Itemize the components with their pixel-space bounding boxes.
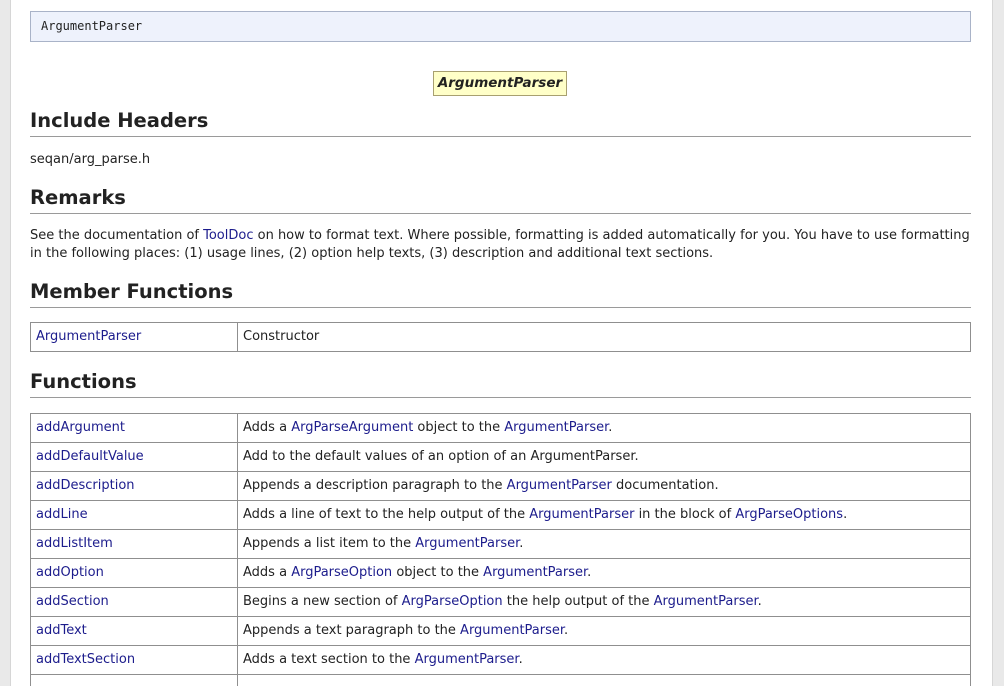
functions-section: Functions addArgument Adds a ArgParseArgu…: [30, 370, 971, 686]
desc-text: .: [843, 507, 848, 522]
function-link[interactable]: addDescription: [36, 478, 135, 493]
function-desc-cell: Adds a ArgParseOption object to the Argu…: [237, 558, 971, 588]
desc-text: .: [519, 536, 524, 551]
member-desc-cell: Constructor: [237, 322, 971, 352]
function-link[interactable]: addSection: [36, 594, 109, 609]
table-row: [30, 674, 971, 686]
function-link[interactable]: addTextSection: [36, 652, 135, 667]
function-name-cell: addTextSection: [30, 645, 238, 675]
include-headers-section: Include Headers seqan/arg_parse.h: [30, 109, 971, 169]
function-name-cell: addDefaultValue: [30, 442, 238, 472]
type-link[interactable]: ArgumentParser: [529, 507, 634, 522]
class-diagram: ArgumentParser: [30, 71, 971, 99]
function-link[interactable]: addLine: [36, 507, 88, 522]
table-row: ArgumentParser Constructor: [30, 322, 971, 352]
type-link[interactable]: ArgParseOptions: [735, 507, 843, 522]
table-row: addDescription Appends a description para…: [30, 471, 971, 501]
function-desc-cell: Adds a text section to the ArgumentParse…: [237, 645, 971, 675]
function-desc-cell: Adds a line of text to the help output o…: [237, 500, 971, 530]
class-diagram-node[interactable]: ArgumentParser: [432, 71, 568, 96]
desc-text: Appends a list item to the: [243, 536, 416, 551]
desc-text: Adds a line of text to the help output o…: [243, 507, 530, 522]
desc-text: object to the: [413, 420, 505, 435]
include-path: seqan/arg_parse.h: [30, 152, 151, 167]
function-desc-cell: Appends a list item to the ArgumentParse…: [237, 529, 971, 559]
table-row: addDefaultValue Add to the default values…: [30, 442, 971, 472]
function-desc-cell: Begins a new section of ArgParseOption t…: [237, 587, 971, 617]
table-row: addTextSection Adds a text section to the…: [30, 645, 971, 675]
desc-text: Adds a: [243, 565, 292, 580]
table-row: addArgument Adds a ArgParseArgument objec…: [30, 413, 971, 443]
type-link[interactable]: ArgumentParser: [483, 565, 587, 580]
table-row: addText Appends a text paragraph to the A…: [30, 616, 971, 646]
function-name-cell: [30, 674, 238, 686]
table-row: addOption Adds a ArgParseOption object to…: [30, 558, 971, 588]
type-link[interactable]: ArgumentParser: [504, 420, 608, 435]
type-link[interactable]: ArgumentParser: [415, 536, 519, 551]
member-functions-heading: Member Functions: [30, 280, 971, 308]
member-name-cell: ArgumentParser: [30, 322, 238, 352]
type-link[interactable]: ArgParseOption: [291, 565, 392, 580]
function-link[interactable]: addListItem: [36, 536, 113, 551]
desc-text: Appends a text paragraph to the: [243, 623, 461, 638]
function-desc-cell: Adds a ArgParseArgument object to the Ar…: [237, 413, 971, 443]
remarks-heading: Remarks: [30, 186, 971, 214]
desc-text: object to the: [392, 565, 484, 580]
member-link[interactable]: ArgumentParser: [36, 329, 141, 344]
desc-text: Appends a description paragraph to the: [243, 478, 507, 493]
table-row: addListItem Appends a list item to the Ar…: [30, 529, 971, 559]
function-desc-cell: [237, 674, 971, 686]
remarks-text: See the documentation of ToolDoc on how …: [30, 227, 971, 263]
member-functions-section: Member Functions ArgumentParser Construc…: [30, 280, 971, 352]
function-name-cell: addText: [30, 616, 238, 646]
function-name-cell: addOption: [30, 558, 238, 588]
function-name-cell: addLine: [30, 500, 238, 530]
function-desc-cell: Appends a text paragraph to the Argument…: [237, 616, 971, 646]
signature-text: ArgumentParser: [41, 19, 143, 33]
tooldoc-link[interactable]: ToolDoc: [203, 228, 253, 243]
functions-table: addArgument Adds a ArgParseArgument objec…: [30, 413, 971, 686]
desc-text: .: [608, 420, 613, 435]
function-link[interactable]: addText: [36, 623, 87, 638]
type-link[interactable]: ArgumentParser: [415, 652, 519, 667]
function-desc-cell: Appends a description paragraph to the A…: [237, 471, 971, 501]
desc-text: .: [757, 594, 762, 609]
remarks-section: Remarks See the documentation of ToolDoc…: [30, 186, 971, 263]
include-headers-heading: Include Headers: [30, 109, 971, 137]
function-link[interactable]: addDefaultValue: [36, 449, 144, 464]
desc-text: .: [587, 565, 592, 580]
desc-text: the help output of the: [502, 594, 654, 609]
signature-box: ArgumentParser: [30, 11, 971, 42]
functions-heading: Functions: [30, 370, 971, 398]
table-row: addSection Begins a new section of ArgPar…: [30, 587, 971, 617]
type-link[interactable]: ArgumentParser: [654, 594, 758, 609]
function-name-cell: addListItem: [30, 529, 238, 559]
function-link[interactable]: addArgument: [36, 420, 125, 435]
table-row: addLine Adds a line of text to the help o…: [30, 500, 971, 530]
desc-text: .: [564, 623, 569, 638]
desc-text: Add to the default values of an option o…: [243, 449, 639, 464]
desc-text: Adds a: [243, 420, 292, 435]
function-name-cell: addArgument: [30, 413, 238, 443]
type-link[interactable]: ArgParseArgument: [291, 420, 413, 435]
function-link[interactable]: addOption: [36, 565, 104, 580]
desc-text: Adds a text section to the: [243, 652, 415, 667]
desc-text: documentation.: [611, 478, 719, 493]
desc-text: .: [518, 652, 523, 667]
type-link[interactable]: ArgumentParser: [460, 623, 564, 638]
function-desc-cell: Add to the default values of an option o…: [237, 442, 971, 472]
desc-text: Begins a new section of: [243, 594, 402, 609]
function-name-cell: addDescription: [30, 471, 238, 501]
remarks-text-before: See the documentation of: [30, 228, 204, 243]
page-content: ArgumentParser ArgumentParser Include He…: [30, 0, 971, 686]
member-functions-table: ArgumentParser Constructor: [30, 322, 971, 352]
type-link[interactable]: ArgParseOption: [402, 594, 503, 609]
documentation-page: ArgumentParser ArgumentParser Include He…: [10, 0, 993, 686]
function-name-cell: addSection: [30, 587, 238, 617]
type-link[interactable]: ArgumentParser: [507, 478, 612, 493]
desc-text: in the block of: [634, 507, 736, 522]
